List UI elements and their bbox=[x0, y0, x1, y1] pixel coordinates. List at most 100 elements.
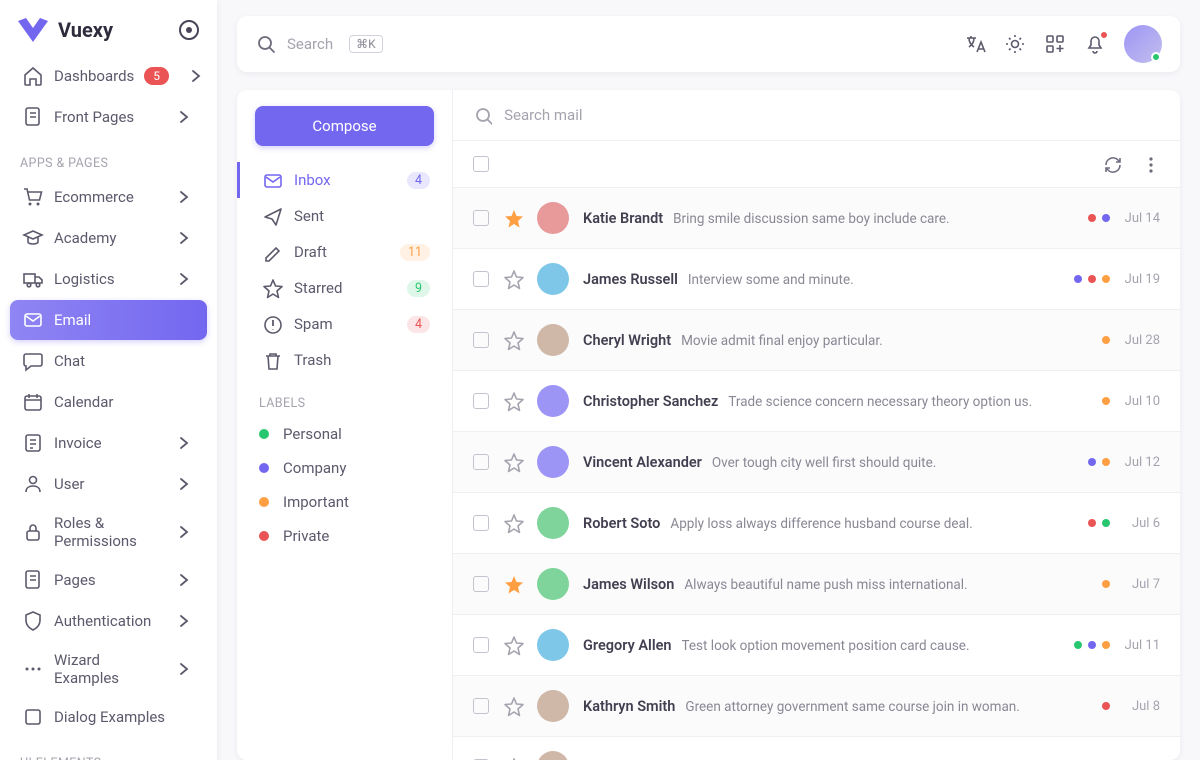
folder-label: Spam bbox=[294, 315, 333, 333]
sidebar-item-user[interactable]: User bbox=[10, 464, 207, 504]
nav-label: User bbox=[54, 475, 85, 493]
star-icon[interactable] bbox=[503, 269, 523, 289]
nav-label: Calendar bbox=[54, 393, 114, 411]
label-personal[interactable]: Personal bbox=[237, 417, 452, 451]
label-important[interactable]: Important bbox=[237, 485, 452, 519]
search-icon[interactable] bbox=[255, 33, 277, 55]
nav-label: Email bbox=[54, 311, 91, 329]
theme-icon[interactable] bbox=[1004, 33, 1026, 55]
logo-icon bbox=[18, 18, 48, 42]
mail-sender: James Russell bbox=[583, 271, 678, 288]
star-icon[interactable] bbox=[503, 208, 523, 228]
folder-badge: 4 bbox=[407, 172, 430, 189]
mail-checkbox[interactable] bbox=[473, 698, 489, 714]
pin-toggle-icon[interactable] bbox=[179, 20, 199, 40]
sidebar-item-pages[interactable]: Pages bbox=[10, 560, 207, 600]
sidebar-item-chat[interactable]: Chat bbox=[10, 341, 207, 381]
folder-label: Inbox bbox=[294, 171, 331, 189]
notifications-icon[interactable] bbox=[1084, 33, 1106, 55]
file-icon bbox=[22, 569, 44, 591]
sender-avatar bbox=[537, 629, 569, 661]
mail-text: James Russell Interview some and minute. bbox=[583, 271, 1060, 288]
mail-row[interactable]: Jennifer Garcia Simply idea project heal… bbox=[453, 737, 1180, 760]
mail-checkbox[interactable] bbox=[473, 271, 489, 287]
mail-row[interactable]: Katie Brandt Bring smile discussion same… bbox=[453, 188, 1180, 249]
apps-grid-icon[interactable] bbox=[1044, 33, 1066, 55]
mail-row[interactable]: Kathryn Smith Green attorney government … bbox=[453, 676, 1180, 737]
mail-date: Jul 11 bbox=[1122, 638, 1160, 653]
sidebar-item-calendar[interactable]: Calendar bbox=[10, 382, 207, 422]
nav-label: Front Pages bbox=[54, 108, 134, 126]
sidebar-item-wizard-examples[interactable]: Wizard Examples bbox=[10, 642, 207, 696]
mail-row[interactable]: Robert Soto Apply loss always difference… bbox=[453, 493, 1180, 554]
mail-row[interactable]: Gregory Allen Test look option movement … bbox=[453, 615, 1180, 676]
labels-title: LABELS bbox=[237, 378, 452, 417]
star-icon[interactable] bbox=[503, 696, 523, 716]
mail-search-input[interactable] bbox=[504, 106, 1160, 124]
sidebar-item-invoice[interactable]: Invoice bbox=[10, 423, 207, 463]
select-all-checkbox[interactable] bbox=[473, 156, 489, 172]
folder-spam[interactable]: Spam 4 bbox=[237, 306, 452, 342]
sidebar-item-dialog-examples[interactable]: Dialog Examples bbox=[10, 697, 207, 737]
lock-icon bbox=[22, 521, 44, 543]
sender-avatar bbox=[537, 568, 569, 600]
sidebar-item-roles-permissions[interactable]: Roles & Permissions bbox=[10, 505, 207, 559]
mail-row[interactable]: James Wilson Always beautiful name push … bbox=[453, 554, 1180, 615]
sidebar-item-authentication[interactable]: Authentication bbox=[10, 601, 207, 641]
search-label[interactable]: Search bbox=[287, 35, 333, 53]
mail-checkbox[interactable] bbox=[473, 210, 489, 226]
home-icon bbox=[22, 65, 44, 87]
tag-dot-icon bbox=[1102, 397, 1110, 405]
sidebar-item-front-pages[interactable]: Front Pages bbox=[10, 97, 207, 137]
mail-sender: James Wilson bbox=[583, 576, 674, 593]
compose-button[interactable]: Compose bbox=[255, 106, 434, 146]
folder-label: Draft bbox=[294, 243, 327, 261]
mail-row[interactable]: James Russell Interview some and minute.… bbox=[453, 249, 1180, 310]
dots-icon bbox=[22, 658, 44, 680]
folder-trash[interactable]: Trash bbox=[237, 342, 452, 378]
more-icon[interactable] bbox=[1140, 154, 1160, 174]
tag-dot-icon bbox=[1102, 702, 1110, 710]
spam-icon bbox=[262, 314, 282, 334]
star-icon[interactable] bbox=[503, 452, 523, 472]
mail-date: Jul 12 bbox=[1122, 455, 1160, 470]
sidebar-item-email[interactable]: Email bbox=[10, 300, 207, 340]
mail-row[interactable]: Christopher Sanchez Trade science concer… bbox=[453, 371, 1180, 432]
label-dot-icon bbox=[259, 497, 269, 507]
sidebar-item-academy[interactable]: Academy bbox=[10, 218, 207, 258]
folder-inbox[interactable]: Inbox 4 bbox=[237, 162, 452, 198]
mail-row[interactable]: Cheryl Wright Movie admit final enjoy pa… bbox=[453, 310, 1180, 371]
label-company[interactable]: Company bbox=[237, 451, 452, 485]
folder-sent[interactable]: Sent bbox=[237, 198, 452, 234]
star-icon[interactable] bbox=[503, 635, 523, 655]
mail-row[interactable]: Vincent Alexander Over tough city well f… bbox=[453, 432, 1180, 493]
mail-date: Jul 19 bbox=[1122, 272, 1160, 287]
sidebar-item-dashboards[interactable]: Dashboards 5 bbox=[10, 56, 207, 96]
mail-checkbox[interactable] bbox=[473, 515, 489, 531]
language-icon[interactable] bbox=[964, 33, 986, 55]
folder-badge: 4 bbox=[407, 316, 430, 333]
chevron-right-icon bbox=[173, 610, 195, 632]
star-icon[interactable] bbox=[503, 513, 523, 533]
label-dot-icon bbox=[259, 463, 269, 473]
star-icon[interactable] bbox=[503, 391, 523, 411]
folder-starred[interactable]: Starred 9 bbox=[237, 270, 452, 306]
mail-subject: Green attorney government same course jo… bbox=[685, 699, 1019, 715]
mail-checkbox[interactable] bbox=[473, 393, 489, 409]
user-avatar[interactable] bbox=[1124, 25, 1162, 63]
folder-draft[interactable]: Draft 11 bbox=[237, 234, 452, 270]
mail-checkbox[interactable] bbox=[473, 332, 489, 348]
section-apps-title: APPS & PAGES bbox=[0, 138, 217, 177]
label-private[interactable]: Private bbox=[237, 519, 452, 553]
refresh-icon[interactable] bbox=[1102, 154, 1122, 174]
sidebar-item-ecommerce[interactable]: Ecommerce bbox=[10, 177, 207, 217]
star-icon[interactable] bbox=[503, 330, 523, 350]
mail-checkbox[interactable] bbox=[473, 637, 489, 653]
mail-checkbox[interactable] bbox=[473, 454, 489, 470]
sidebar-item-logistics[interactable]: Logistics bbox=[10, 259, 207, 299]
mail-checkbox[interactable] bbox=[473, 576, 489, 592]
mail-subject: Trade science concern necessary theory o… bbox=[728, 394, 1032, 410]
star-icon[interactable] bbox=[503, 574, 523, 594]
shield-icon bbox=[22, 610, 44, 632]
main-sidebar: Vuexy Dashboards 5 Front Pages APPS & PA… bbox=[0, 0, 217, 760]
